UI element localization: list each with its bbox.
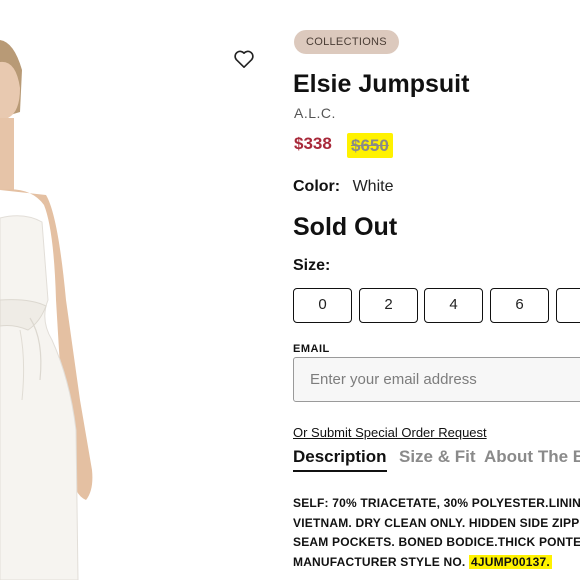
sale-price: $338 [294,134,332,153]
brand-name[interactable]: A.L.C. [294,105,336,121]
product-title: Elsie Jumpsuit [293,70,470,98]
tab-size-fit[interactable]: Size & Fit [399,447,476,467]
color-value: White [352,178,394,195]
product-description: SELF: 70% TRIACETATE, 30% POLYESTER.LINI… [293,494,580,572]
size-label: Size: [293,257,331,274]
description-line: SEAM POCKETS. BONED BODICE.THICK PONTE I [293,535,580,549]
size-option-next[interactable] [556,288,580,323]
color-label: Color: [293,178,341,195]
model-photo [0,0,120,580]
wishlist-heart-icon[interactable] [233,49,255,69]
original-price-highlight: $650 [347,133,393,158]
style-number-prefix: MANUFACTURER STYLE NO. [293,554,466,569]
style-number-line: MANUFACTURER STYLE NO. 4JUMP00137. [293,553,580,573]
email-input[interactable] [293,357,580,402]
email-label: EMAIL [293,343,330,355]
original-price: $650 [351,136,389,155]
tab-about-brand[interactable]: About The B [484,447,580,467]
color-row: Color: White [293,178,393,196]
special-order-link[interactable]: Or Submit Special Order Request [293,425,487,440]
style-number: 4JUMP00137. [468,554,552,569]
product-tabs: Description Size & Fit About The B [293,447,580,477]
size-option-6[interactable]: 6 [490,288,549,323]
size-option-2[interactable]: 2 [359,288,418,323]
tab-description[interactable]: Description [293,447,387,472]
size-option-0[interactable]: 0 [293,288,352,323]
sold-out-status: Sold Out [293,213,398,241]
size-selector: 0 2 4 6 [293,288,580,324]
product-image[interactable] [0,0,120,580]
description-line: VIETNAM. DRY CLEAN ONLY. HIDDEN SIDE ZIP… [293,515,580,530]
collection-badge[interactable]: COLLECTIONS [294,30,399,54]
description-line: SELF: 70% TRIACETATE, 30% POLYESTER.LINI… [293,496,580,510]
size-option-4[interactable]: 4 [424,288,483,323]
